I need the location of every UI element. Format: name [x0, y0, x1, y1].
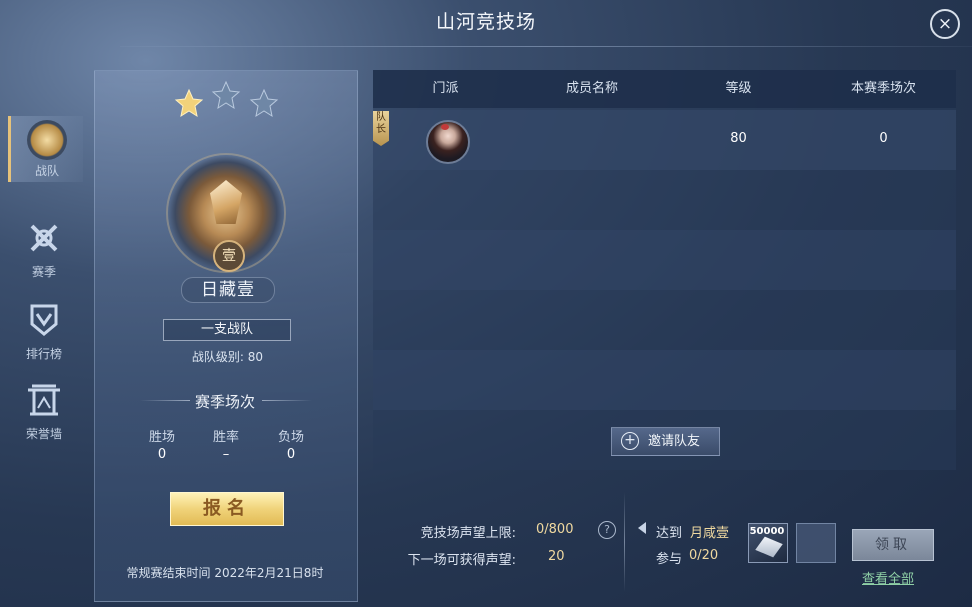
nav-label-leaderboard: 排行榜 [25, 347, 62, 361]
reputation-cap-value: 0/800 [536, 522, 574, 537]
team-icon [27, 120, 67, 160]
column-header-member-name: 成员名称 [565, 81, 618, 96]
reward-reach-label: 达到 [656, 526, 683, 541]
section-divider [624, 492, 625, 592]
page-title: 山河竞技场 [435, 11, 536, 33]
column-header-season-matches: 本赛季场次 [850, 81, 916, 96]
claim-button[interactable]: 领取 [852, 529, 934, 561]
stat-winrate-label: 胜率 [212, 430, 239, 445]
arrow-left-icon [638, 522, 646, 534]
next-reputation-value: 20 [548, 549, 565, 564]
stat-losses-label: 负场 [277, 430, 304, 445]
reward-item-slot-empty[interactable] [796, 523, 836, 563]
reward-participate-label: 参与 [656, 552, 683, 567]
next-reputation-label: 下一场可获得声望: [407, 553, 516, 568]
reward-item-count: 50000 [749, 526, 785, 537]
season-matches-title: 赛季场次 [194, 393, 255, 411]
column-header-sect: 门派 [432, 81, 459, 96]
star-empty-icon [249, 88, 279, 118]
season-end-time: 常规赛结束时间 2022年2月21日8时 [126, 566, 324, 580]
close-button[interactable]: × [930, 9, 960, 39]
honor-wall-icon [28, 384, 60, 416]
nav-label-season: 赛季 [31, 265, 56, 279]
star-filled-icon [174, 88, 204, 118]
nav-label-team: 战队 [34, 164, 59, 178]
nav-tab-leaderboard[interactable]: 排行榜 [8, 296, 80, 362]
rank-tier-badge: 壹 [213, 240, 245, 272]
team-level: 战队级别: 80 [191, 350, 264, 364]
nav-tab-team[interactable]: 战队 [8, 116, 83, 182]
season-icon [30, 224, 58, 252]
table-row-empty [373, 230, 956, 290]
member-season-matches: 0 [879, 131, 888, 146]
stat-losses-value: 0 [286, 447, 296, 462]
nav-label-honor-wall: 荣誉墙 [25, 427, 62, 441]
table-row-empty [373, 350, 956, 410]
view-all-link[interactable]: 查看全部 [862, 568, 914, 587]
team-name: 一支战队 [163, 319, 291, 341]
reward-reach-rank: 月咸壹 [690, 526, 730, 541]
reward-participate-progress: 0/20 [689, 548, 719, 563]
signup-button[interactable]: 报名 [170, 492, 284, 526]
stat-winrate-value: – [222, 447, 230, 462]
rank-name: 日藏壹 [181, 277, 275, 303]
avatar-hair-ornament [441, 124, 449, 130]
stat-wins-value: 0 [157, 447, 167, 462]
star-empty-icon [211, 80, 241, 110]
plus-icon: + [621, 432, 639, 450]
column-header-level: 等级 [725, 81, 752, 96]
stat-wins-label: 胜场 [148, 430, 175, 445]
invite-button-label: 邀请队友 [648, 434, 701, 449]
divider [262, 400, 312, 401]
title-divider [120, 46, 972, 47]
member-level: 80 [730, 131, 747, 146]
leaderboard-icon [30, 304, 58, 336]
nav-tab-season[interactable]: 赛季 [8, 214, 80, 280]
captain-tag: 队长 [373, 111, 389, 146]
close-icon: × [937, 14, 953, 34]
nav-tab-honor-wall[interactable]: 荣誉墙 [8, 376, 80, 442]
help-icon[interactable]: ? [598, 521, 616, 539]
reputation-cap-label: 竞技场声望上限: [420, 526, 516, 541]
